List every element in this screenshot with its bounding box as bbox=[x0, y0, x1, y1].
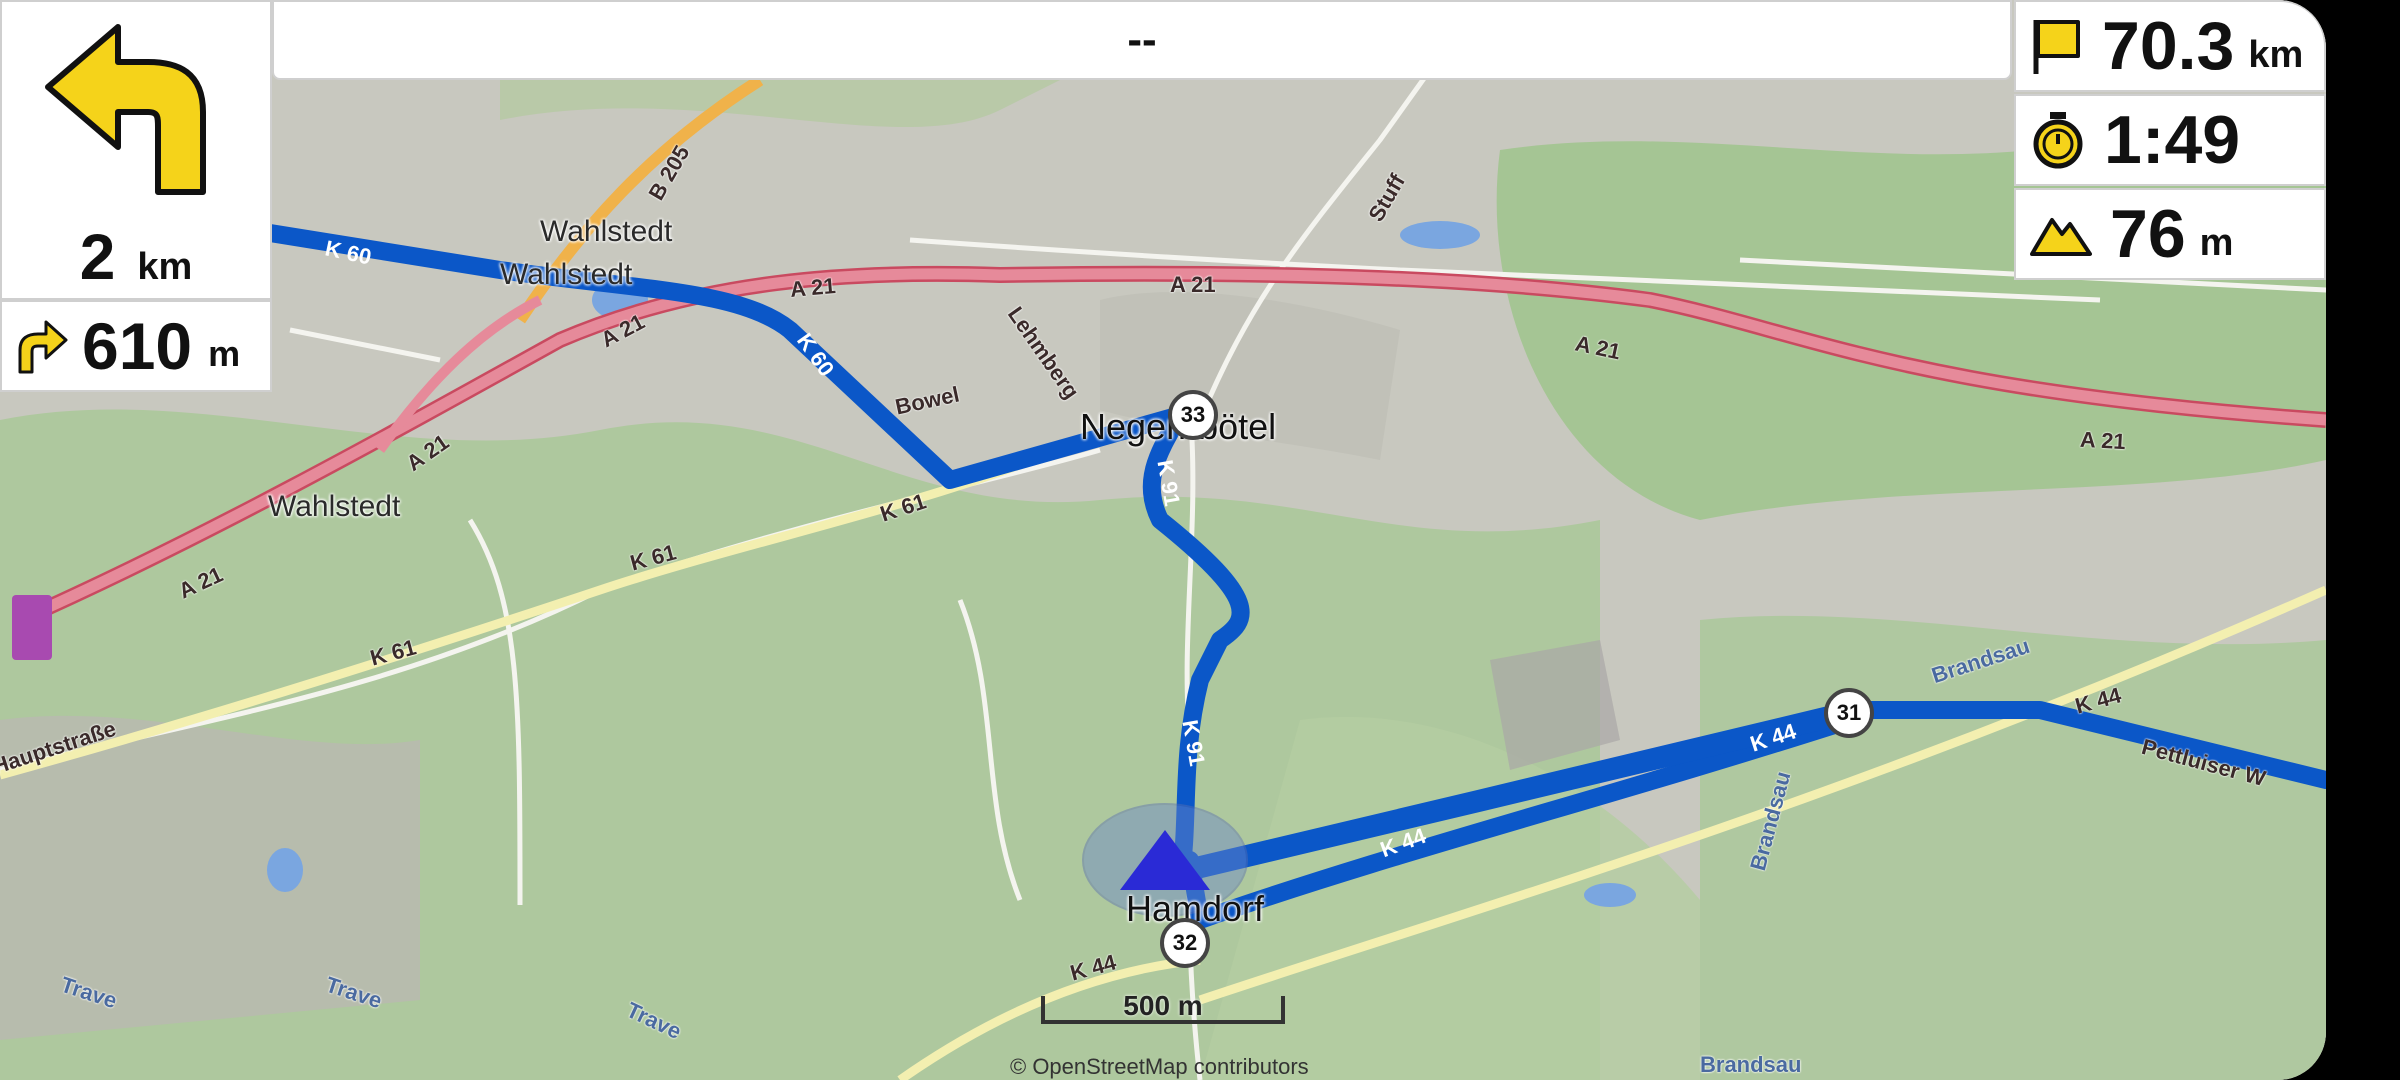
following-turn-distance-unit: m bbox=[208, 333, 241, 374]
street-name: -- bbox=[1127, 15, 1157, 64]
following-turn-distance-value: 610 bbox=[82, 309, 193, 383]
turn-distance-unit: km bbox=[137, 246, 193, 288]
road-label: A 21 bbox=[2079, 426, 2127, 455]
navigation-screen: Wahlstedt Wahlstedt Wahlstedt Negernböte… bbox=[0, 0, 2326, 1080]
current-street-bar[interactable]: -- bbox=[272, 0, 2012, 80]
stopwatch-icon bbox=[2033, 112, 2083, 169]
scale-label: 500 m bbox=[1123, 990, 1203, 1021]
remaining-time-widget[interactable]: 1:49 bbox=[2014, 94, 2326, 186]
place-label: Wahlstedt bbox=[500, 258, 633, 291]
flag-icon bbox=[2033, 20, 2080, 74]
remaining-distance-unit: km bbox=[2248, 33, 2304, 76]
remaining-time-value: 1:49 bbox=[2104, 102, 2241, 178]
water-label: Brandsau bbox=[1700, 1052, 1802, 1077]
following-turn-panel[interactable]: 610 m bbox=[0, 300, 272, 392]
remaining-distance-widget[interactable]: 70.3 km bbox=[2014, 0, 2326, 92]
altitude-unit: m bbox=[2199, 221, 2234, 264]
route-waypoint-shield[interactable]: 31 bbox=[1824, 688, 1874, 738]
next-turn-panel[interactable]: 2 km bbox=[0, 0, 272, 300]
place-label: Wahlstedt bbox=[540, 215, 673, 248]
road-label: A 21 bbox=[788, 273, 837, 302]
mountain-icon bbox=[2030, 218, 2092, 256]
route-waypoint-shield[interactable]: 32 bbox=[1160, 918, 1210, 968]
turn-right-arrow-icon bbox=[18, 320, 68, 374]
remaining-distance-value: 70.3 bbox=[2102, 8, 2235, 84]
place-label: Wahlstedt bbox=[268, 490, 401, 523]
turn-left-arrow-icon bbox=[45, 24, 206, 195]
altitude-widget[interactable]: 76 m bbox=[2014, 188, 2326, 280]
map-scale-bar: 500 m bbox=[1040, 990, 1286, 1026]
route-waypoint-shield[interactable]: 33 bbox=[1168, 390, 1218, 440]
turn-distance-value: 2 bbox=[79, 221, 116, 293]
altitude-value: 76 bbox=[2110, 196, 2186, 272]
road-label: A 21 bbox=[1170, 272, 1216, 297]
map-attribution[interactable]: © OpenStreetMap contributors bbox=[1010, 1054, 1309, 1080]
